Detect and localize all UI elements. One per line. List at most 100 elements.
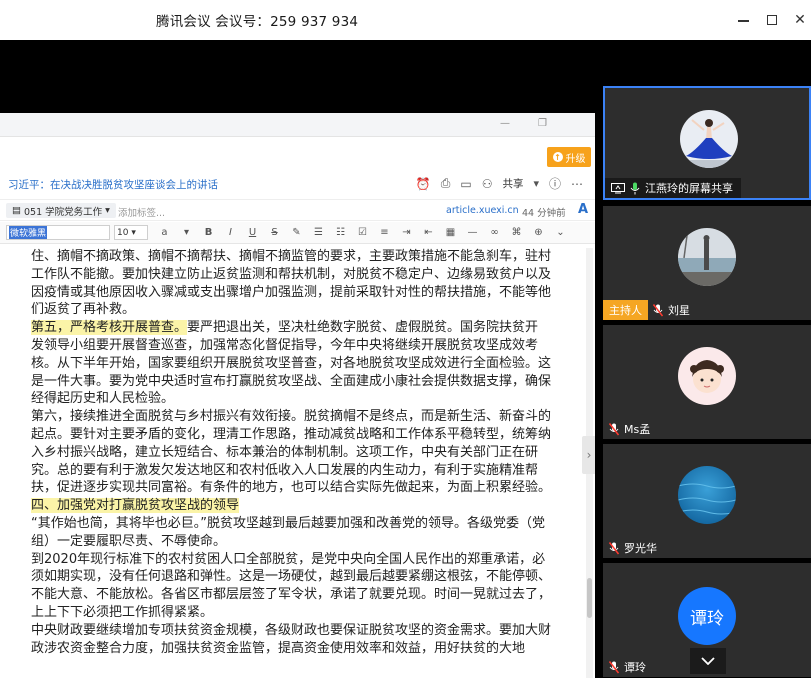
print-icon[interactable]: ⎙ [441, 176, 451, 191]
maximize-icon [767, 15, 777, 25]
article-toolbar: ⏰ ⎙ ▭ ⚇ 共享 ▾ ⓘ ⋯ [416, 175, 583, 192]
mic-muted-icon [609, 541, 619, 554]
share-dropdown-icon[interactable]: ▾ [533, 177, 539, 190]
scrollbar-thumb[interactable] [587, 578, 592, 618]
paragraph-text: 第六，接续推进全面脱贫与乡村振兴有效衔接。脱贫摘帽不是终点，而是新生活、新奋斗的… [31, 409, 552, 496]
format-toolbar: 微软雅黑 10 ▾ a ▾ B I U S ✎ ☰ ☷ ☑ ≡ ⇥ ⇤ ▦ — … [0, 222, 595, 244]
upgrade-button[interactable]: ↑ 升级 [547, 147, 591, 167]
tags-input[interactable]: 添加标签... [118, 205, 165, 219]
highlighted-heading: 第五，严格考核开展普查。 [31, 320, 188, 336]
link-icon[interactable]: ∞ [489, 227, 500, 238]
doc-minimize-icon: — [500, 118, 510, 129]
font-color-icon[interactable]: a [159, 227, 170, 238]
bullets-icon[interactable]: ☰ [313, 227, 324, 238]
chevron-down-icon [701, 657, 715, 665]
maximize-button[interactable] [760, 8, 784, 32]
ocean-avatar [678, 466, 736, 524]
paint-icon[interactable]: ✎ [291, 227, 302, 238]
chevron-right-icon: › [586, 448, 592, 462]
participant-namebar: Ms孟 [603, 419, 650, 439]
participant-tile[interactable]: 主持人 刘星 [603, 206, 811, 320]
article-title[interactable]: 习近平：在决战决胜脱贫攻坚座谈会上的讲话 [8, 177, 218, 192]
participant-namebar: 罗光华 [603, 538, 657, 558]
participant-name: 罗光华 [624, 542, 657, 555]
shared-screen: — ❐ ↑ 升级 习近平：在决战决胜脱贫攻坚座谈会上的讲话 ⏰ ⎙ ▭ ⚇ 共享… [0, 40, 600, 678]
indent-icon[interactable]: ⇥ [401, 227, 412, 238]
font-size-value: 10 [117, 227, 129, 238]
modified-time: 44 分钟前 [522, 208, 566, 219]
close-button[interactable]: ✕ [788, 8, 811, 32]
italic-icon[interactable]: I [225, 227, 236, 238]
numbered-list-icon[interactable]: ☷ [335, 227, 346, 238]
present-icon[interactable]: ▭ [460, 177, 471, 191]
paragraph: “其作始也简，其将毕也必巨。”脱贫攻坚越到最后越要加强和改善党的领导。各级党委（… [31, 515, 551, 551]
paragraph: 住、摘帽不摘政策、摘帽不摘帮扶、摘帽不摘监管的要求，主要政策措施不能急刹车，驻村… [31, 248, 551, 319]
meeting-title: 腾讯会议 会议号：259 937 934 [156, 14, 359, 30]
paragraph: 四、加强党对打赢脱贫攻坚战的领导 [31, 497, 551, 515]
upgrade-icon: ↑ [552, 152, 563, 162]
font-family-value: 微软雅黑 [9, 226, 48, 239]
window-titlebar: 腾讯会议 会议号：259 937 934 ✕ [0, 0, 811, 40]
font-size-select[interactable]: 10 ▾ [114, 225, 148, 240]
participant-namebar: 江燕玲的屏幕共享 [605, 178, 741, 198]
divider-icon[interactable]: — [467, 227, 478, 238]
share-button[interactable]: 共享 [502, 176, 523, 191]
doc-window-bar: — ❐ [0, 113, 595, 137]
bold-icon[interactable]: B [203, 227, 214, 238]
font-settings-icon[interactable]: A [578, 202, 588, 217]
alarm-icon[interactable]: ⏰ [416, 177, 431, 191]
paragraph-text: 到2020年现行标准下的农村贫困人口全部脱贫，是党中央向全国人民作出的郑重承诺，… [31, 551, 552, 620]
expand-toolbar-button[interactable] [690, 648, 726, 674]
participant-name: 江燕玲的屏幕共享 [645, 182, 733, 195]
mic-muted-icon [609, 422, 619, 435]
participants-panel: 江燕玲的屏幕共享 主持人 刘星 Ms孟 罗光华 谭玲 谭玲 [603, 86, 811, 678]
upgrade-label: 升级 [565, 153, 586, 165]
participant-name: 谭玲 [624, 661, 646, 674]
note-meta-row: ▤ 051 学院党务工作 ▾ 添加标签... article.xuexi.cn … [0, 199, 595, 221]
lakeside-avatar [678, 228, 736, 286]
participant-tile[interactable]: Ms孟 [603, 325, 811, 439]
document-body[interactable]: 住、摘帽不摘政策、摘帽不摘帮扶、摘帽不摘监管的要求，主要政策措施不能急刹车，驻村… [31, 248, 551, 657]
screen-share-icon [611, 182, 625, 193]
share-person-icon[interactable]: ⚇ [482, 177, 493, 191]
notebook-selector[interactable]: ▤ 051 学院党务工作 ▾ [6, 203, 116, 218]
font-family-select[interactable]: 微软雅黑 [6, 225, 110, 240]
participant-tile[interactable]: 江燕玲的屏幕共享 [603, 86, 811, 200]
table-icon[interactable]: ▦ [445, 227, 456, 238]
expand-icon[interactable]: ⌄ [555, 227, 566, 238]
notebook-icon: ▤ [12, 205, 21, 216]
shared-document: — ❐ ↑ 升级 习近平：在决战决胜脱贫攻坚座谈会上的讲话 ⏰ ⎙ ▭ ⚇ 共享… [0, 113, 595, 678]
side-panel-toggle[interactable]: › [582, 436, 595, 474]
paragraph-text: 住、摘帽不摘政策、摘帽不摘帮扶、摘帽不摘监管的要求，主要政策措施不能急刹车，驻村… [31, 249, 552, 318]
host-badge: 主持人 [603, 300, 648, 320]
participant-name: 刘星 [668, 304, 690, 317]
source-link[interactable]: article.xuexi.cn [446, 205, 519, 216]
paragraph: 第五，严格考核开展普查。要严把退出关，坚决杜绝数字脱贫、虚假脱贫。国务院扶贫开发… [31, 319, 551, 408]
highlight-icon[interactable]: ▾ [181, 227, 192, 238]
attachment-icon[interactable]: ⌘ [511, 227, 522, 238]
more-icon[interactable]: ⋯ [571, 177, 583, 191]
close-icon: ✕ [794, 12, 806, 28]
minimize-icon [737, 20, 749, 22]
paragraph-text: “其作始也简，其将毕也必巨。”脱贫攻坚越到最后越要加强和改善党的领导。各级党委（… [31, 515, 545, 549]
outdent-icon[interactable]: ⇤ [423, 227, 434, 238]
mic-on-icon [630, 182, 640, 194]
minimize-button[interactable] [731, 8, 755, 32]
mic-muted-icon [609, 660, 619, 673]
participant-name: Ms孟 [624, 423, 651, 436]
align-icon[interactable]: ≡ [379, 227, 390, 238]
info-icon[interactable]: ⓘ [549, 175, 561, 192]
participant-tile[interactable]: 罗光华 [603, 444, 811, 558]
participant-namebar: 谭玲 [603, 657, 646, 677]
doc-restore-icon: ❐ [538, 118, 547, 129]
checkbox-icon[interactable]: ☑ [357, 227, 368, 238]
mic-muted-icon [653, 303, 663, 316]
initials-avatar: 谭玲 [678, 587, 736, 645]
cartoon-girl-avatar [678, 347, 736, 405]
more-format-icon[interactable]: ⊕ [533, 227, 544, 238]
dancer-avatar [680, 110, 738, 168]
strikethrough-icon[interactable]: S [269, 227, 280, 238]
underline-icon[interactable]: U [247, 227, 258, 238]
paragraph-text: 中央财政要继续增加专项扶贫资金规模，各级财政也要保证脱贫攻坚的资金需求。要加大财… [31, 622, 552, 656]
paragraph: 到2020年现行标准下的农村贫困人口全部脱贫，是党中央向全国人民作出的郑重承诺，… [31, 551, 551, 622]
